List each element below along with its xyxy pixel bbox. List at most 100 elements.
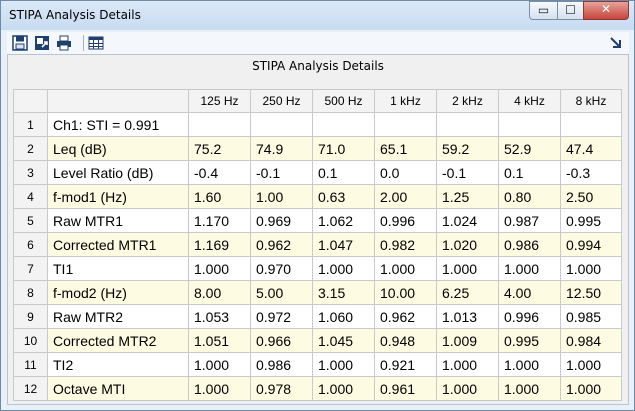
column-header[interactable]: 250 Hz [250,89,313,113]
row-label[interactable]: Corrected MTR2 [47,328,189,353]
value-cell[interactable]: 1.009 [436,328,499,353]
value-cell[interactable]: 0.985 [560,304,622,329]
value-cell[interactable]: 0.1 [498,160,561,185]
value-cell[interactable]: 1.051 [188,328,251,353]
value-cell[interactable]: 1.000 [188,352,251,377]
column-header[interactable]: 8 kHz [560,89,622,113]
table-row[interactable]: 4 f-mod1 (Hz) 1.60 1.00 0.63 2.00 1.25 0.80 2.50 [13,184,622,209]
value-cell[interactable]: 1.053 [188,304,251,329]
print-icon[interactable] [55,34,73,52]
value-cell[interactable]: 1.000 [498,352,561,377]
table-row[interactable]: 1 Ch1: STI = 0.991 [13,112,622,137]
value-cell[interactable]: 0.996 [374,208,437,233]
value-cell[interactable]: 1.000 [436,256,499,281]
value-cell[interactable]: 74.9 [250,136,313,161]
table-row[interactable]: 6 Corrected MTR1 1.169 0.962 1.047 0.982 1.020… [13,232,622,257]
value-cell[interactable]: 1.020 [436,232,499,257]
value-cell[interactable]: 1.000 [312,376,375,401]
value-cell[interactable]: -0.1 [250,160,313,185]
column-header[interactable]: 4 kHz [498,89,561,113]
minimize-button[interactable]: ▭ [529,1,558,20]
value-cell[interactable]: 1.047 [312,232,375,257]
value-cell[interactable]: 1.25 [436,184,499,209]
value-cell[interactable]: 2.50 [560,184,622,209]
corner-cell[interactable] [13,89,48,113]
row-label[interactable]: TI1 [47,256,189,281]
value-cell[interactable]: 75.2 [188,136,251,161]
value-cell[interactable] [560,112,622,137]
table-row[interactable]: 3 Level Ratio (dB) -0.4 -0.1 0.1 0.0 -0.1 0.1 -0… [13,160,622,185]
value-cell[interactable]: 0.996 [498,304,561,329]
row-number[interactable]: 7 [13,256,48,281]
save-icon[interactable] [11,34,29,52]
value-cell[interactable]: 0.995 [560,208,622,233]
value-cell[interactable]: 1.045 [312,328,375,353]
value-cell[interactable]: 12.50 [560,280,622,305]
value-cell[interactable]: 1.000 [374,256,437,281]
value-cell[interactable]: 0.0 [374,160,437,185]
value-cell[interactable]: 1.000 [188,376,251,401]
value-cell[interactable]: 0.969 [250,208,313,233]
value-cell[interactable]: 1.000 [312,256,375,281]
value-cell[interactable] [374,112,437,137]
row-label[interactable]: Raw MTR1 [47,208,189,233]
row-label[interactable]: Ch1: STI = 0.991 [47,112,189,137]
value-cell[interactable]: 0.63 [312,184,375,209]
value-cell[interactable] [188,112,251,137]
table-row[interactable]: 12 Octave MTI 1.000 0.978 1.000 0.961 1.000 1.0… [13,376,622,401]
value-cell[interactable]: 0.978 [250,376,313,401]
title-bar[interactable]: STIPA Analysis Details ▭ ☐ ✕ [1,1,634,30]
value-cell[interactable]: 71.0 [312,136,375,161]
value-cell[interactable]: 1.000 [560,352,622,377]
close-button[interactable]: ✕ [583,1,629,20]
row-label[interactable]: Corrected MTR1 [47,232,189,257]
row-label[interactable]: TI2 [47,352,189,377]
value-cell[interactable]: 1.000 [436,352,499,377]
value-cell[interactable]: 0.986 [250,352,313,377]
value-cell[interactable]: 1.00 [250,184,313,209]
value-cell[interactable]: 0.994 [560,232,622,257]
row-number[interactable]: 4 [13,184,48,209]
row-number[interactable]: 1 [13,112,48,137]
value-cell[interactable] [312,112,375,137]
value-cell[interactable]: 3.15 [312,280,375,305]
value-cell[interactable]: -0.4 [188,160,251,185]
value-cell[interactable]: 1.170 [188,208,251,233]
row-number[interactable]: 3 [13,160,48,185]
value-cell[interactable]: 1.060 [312,304,375,329]
value-cell[interactable]: 0.921 [374,352,437,377]
value-cell[interactable]: 0.970 [250,256,313,281]
value-cell[interactable]: 0.80 [498,184,561,209]
value-cell[interactable]: 1.000 [498,256,561,281]
row-number[interactable]: 8 [13,280,48,305]
row-label[interactable]: Raw MTR2 [47,304,189,329]
value-cell[interactable]: 1.013 [436,304,499,329]
column-header[interactable]: 500 Hz [312,89,375,113]
column-header[interactable]: 1 kHz [374,89,437,113]
value-cell[interactable]: 0.966 [250,328,313,353]
value-cell[interactable]: 59.2 [436,136,499,161]
value-cell[interactable]: 1.169 [188,232,251,257]
row-number[interactable]: 2 [13,136,48,161]
row-number[interactable]: 6 [13,232,48,257]
value-cell[interactable]: 47.4 [560,136,622,161]
table-row[interactable]: 11 TI2 1.000 0.986 1.000 0.921 1.000 1.000 1.000 [13,352,622,377]
row-number[interactable]: 10 [13,328,48,353]
row-label[interactable]: f-mod2 (Hz) [47,280,189,305]
value-cell[interactable]: 6.25 [436,280,499,305]
value-cell[interactable]: 0.962 [250,232,313,257]
table-row[interactable]: 8 f-mod2 (Hz) 8.00 5.00 3.15 10.00 6.25 4.00 12.… [13,280,622,305]
row-number[interactable]: 12 [13,376,48,401]
row-label[interactable]: Level Ratio (dB) [47,160,189,185]
value-cell[interactable]: 52.9 [498,136,561,161]
row-label[interactable]: Leq (dB) [47,136,189,161]
value-cell[interactable]: 0.982 [374,232,437,257]
expand-icon[interactable] [607,34,625,52]
value-cell[interactable]: 0.995 [498,328,561,353]
value-cell[interactable]: 1.000 [498,376,561,401]
value-cell[interactable]: 1.000 [312,352,375,377]
value-cell[interactable]: 1.000 [436,376,499,401]
table-row[interactable]: 7 TI1 1.000 0.970 1.000 1.000 1.000 1.000 1.000 [13,256,622,281]
value-cell[interactable]: 10.00 [374,280,437,305]
value-cell[interactable] [498,112,561,137]
